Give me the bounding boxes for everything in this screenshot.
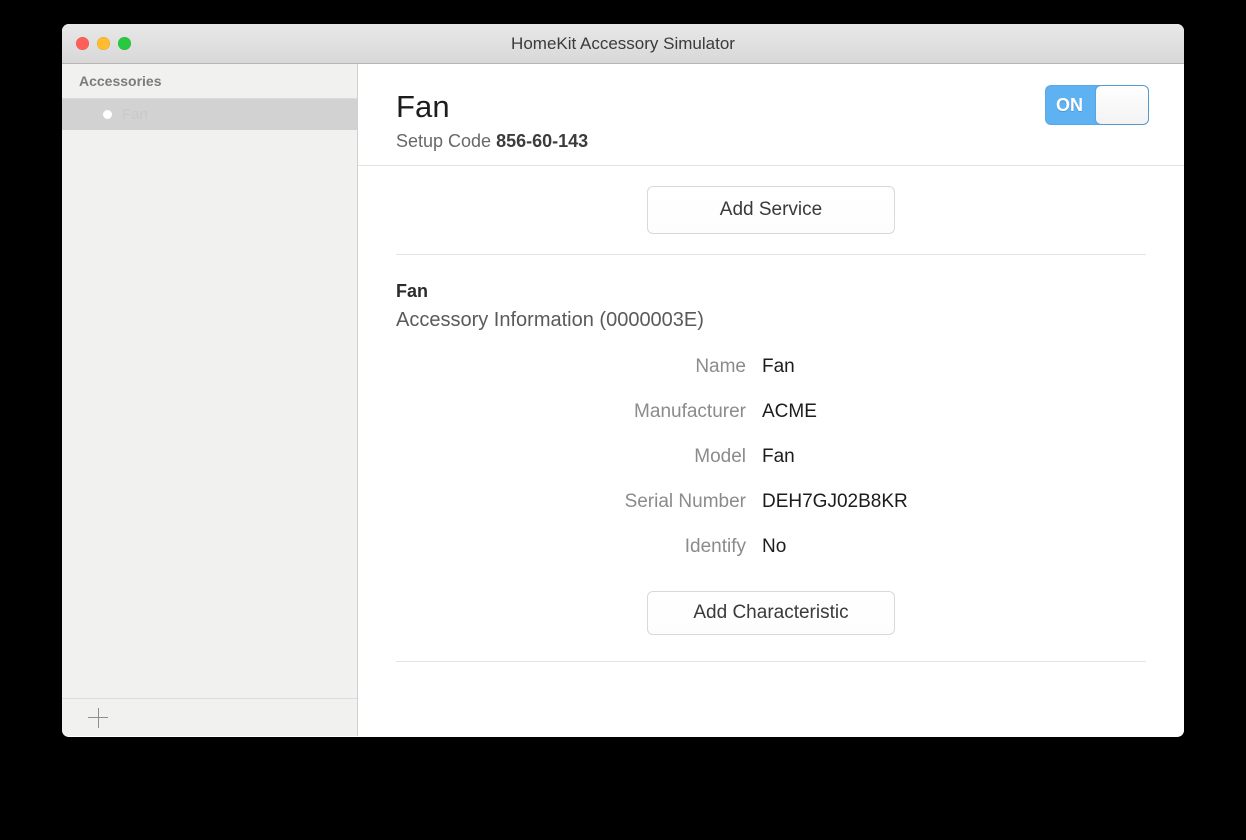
status-dot-icon — [103, 110, 112, 119]
characteristic-label: Manufacturer — [396, 401, 762, 423]
sidebar-item-fan[interactable]: Fan — [62, 99, 357, 130]
add-service-row: Add Service — [358, 166, 1184, 234]
title-bar: HomeKit Accessory Simulator — [62, 24, 1184, 64]
setup-code-value: 856-60-143 — [496, 131, 588, 151]
table-row: Manufacturer ACME — [396, 401, 1146, 446]
setup-code-line: Setup Code 856-60-143 — [396, 131, 1148, 152]
add-service-button[interactable]: Add Service — [647, 186, 895, 234]
sidebar: Accessories Fan — [62, 64, 358, 736]
service-section: Fan Accessory Information (0000003E) Nam… — [358, 255, 1184, 635]
characteristic-value[interactable]: Fan — [762, 446, 795, 468]
characteristic-value[interactable]: Fan — [762, 356, 795, 378]
sidebar-header: Accessories — [62, 64, 357, 99]
service-title: Fan — [396, 281, 1146, 302]
window-body: Accessories Fan Fan Setup Code — [62, 64, 1184, 736]
window-title: HomeKit Accessory Simulator — [62, 24, 1184, 64]
page-title: Fan — [396, 89, 1148, 125]
sidebar-footer — [62, 698, 357, 736]
characteristic-list: Name Fan Manufacturer ACME Model Fan S — [396, 356, 1146, 581]
table-row: Identify No — [396, 536, 1146, 581]
plus-icon[interactable] — [88, 708, 108, 728]
characteristic-label: Name — [396, 356, 762, 378]
power-toggle[interactable]: ON — [1045, 85, 1149, 125]
service-subtitle: Accessory Information (0000003E) — [396, 309, 1146, 332]
sidebar-item-label: Fan — [122, 106, 148, 123]
characteristic-label: Identify — [396, 536, 762, 558]
add-characteristic-button[interactable]: Add Characteristic — [647, 591, 895, 635]
characteristic-value[interactable]: ACME — [762, 401, 817, 423]
divider-bottom — [396, 661, 1146, 662]
accessory-header: Fan Setup Code 856-60-143 ON — [358, 64, 1184, 166]
app-window: HomeKit Accessory Simulator Accessories … — [62, 24, 1184, 737]
table-row: Serial Number DEH7GJ02B8KR — [396, 491, 1146, 536]
characteristic-label: Serial Number — [396, 491, 762, 513]
accessory-list: Fan — [62, 99, 357, 698]
table-row: Name Fan — [396, 356, 1146, 401]
setup-code-label: Setup Code — [396, 131, 491, 151]
add-characteristic-row: Add Characteristic — [396, 591, 1146, 635]
characteristic-label: Model — [396, 446, 762, 468]
characteristic-value[interactable]: No — [762, 536, 786, 558]
characteristic-value[interactable]: DEH7GJ02B8KR — [762, 491, 908, 513]
power-toggle-label: ON — [1045, 95, 1096, 116]
table-row: Model Fan — [396, 446, 1146, 491]
content-pane: Fan Setup Code 856-60-143 ON Add Service — [358, 64, 1184, 736]
power-toggle-knob[interactable] — [1096, 86, 1148, 124]
screen: HomeKit Accessory Simulator Accessories … — [0, 0, 1246, 840]
